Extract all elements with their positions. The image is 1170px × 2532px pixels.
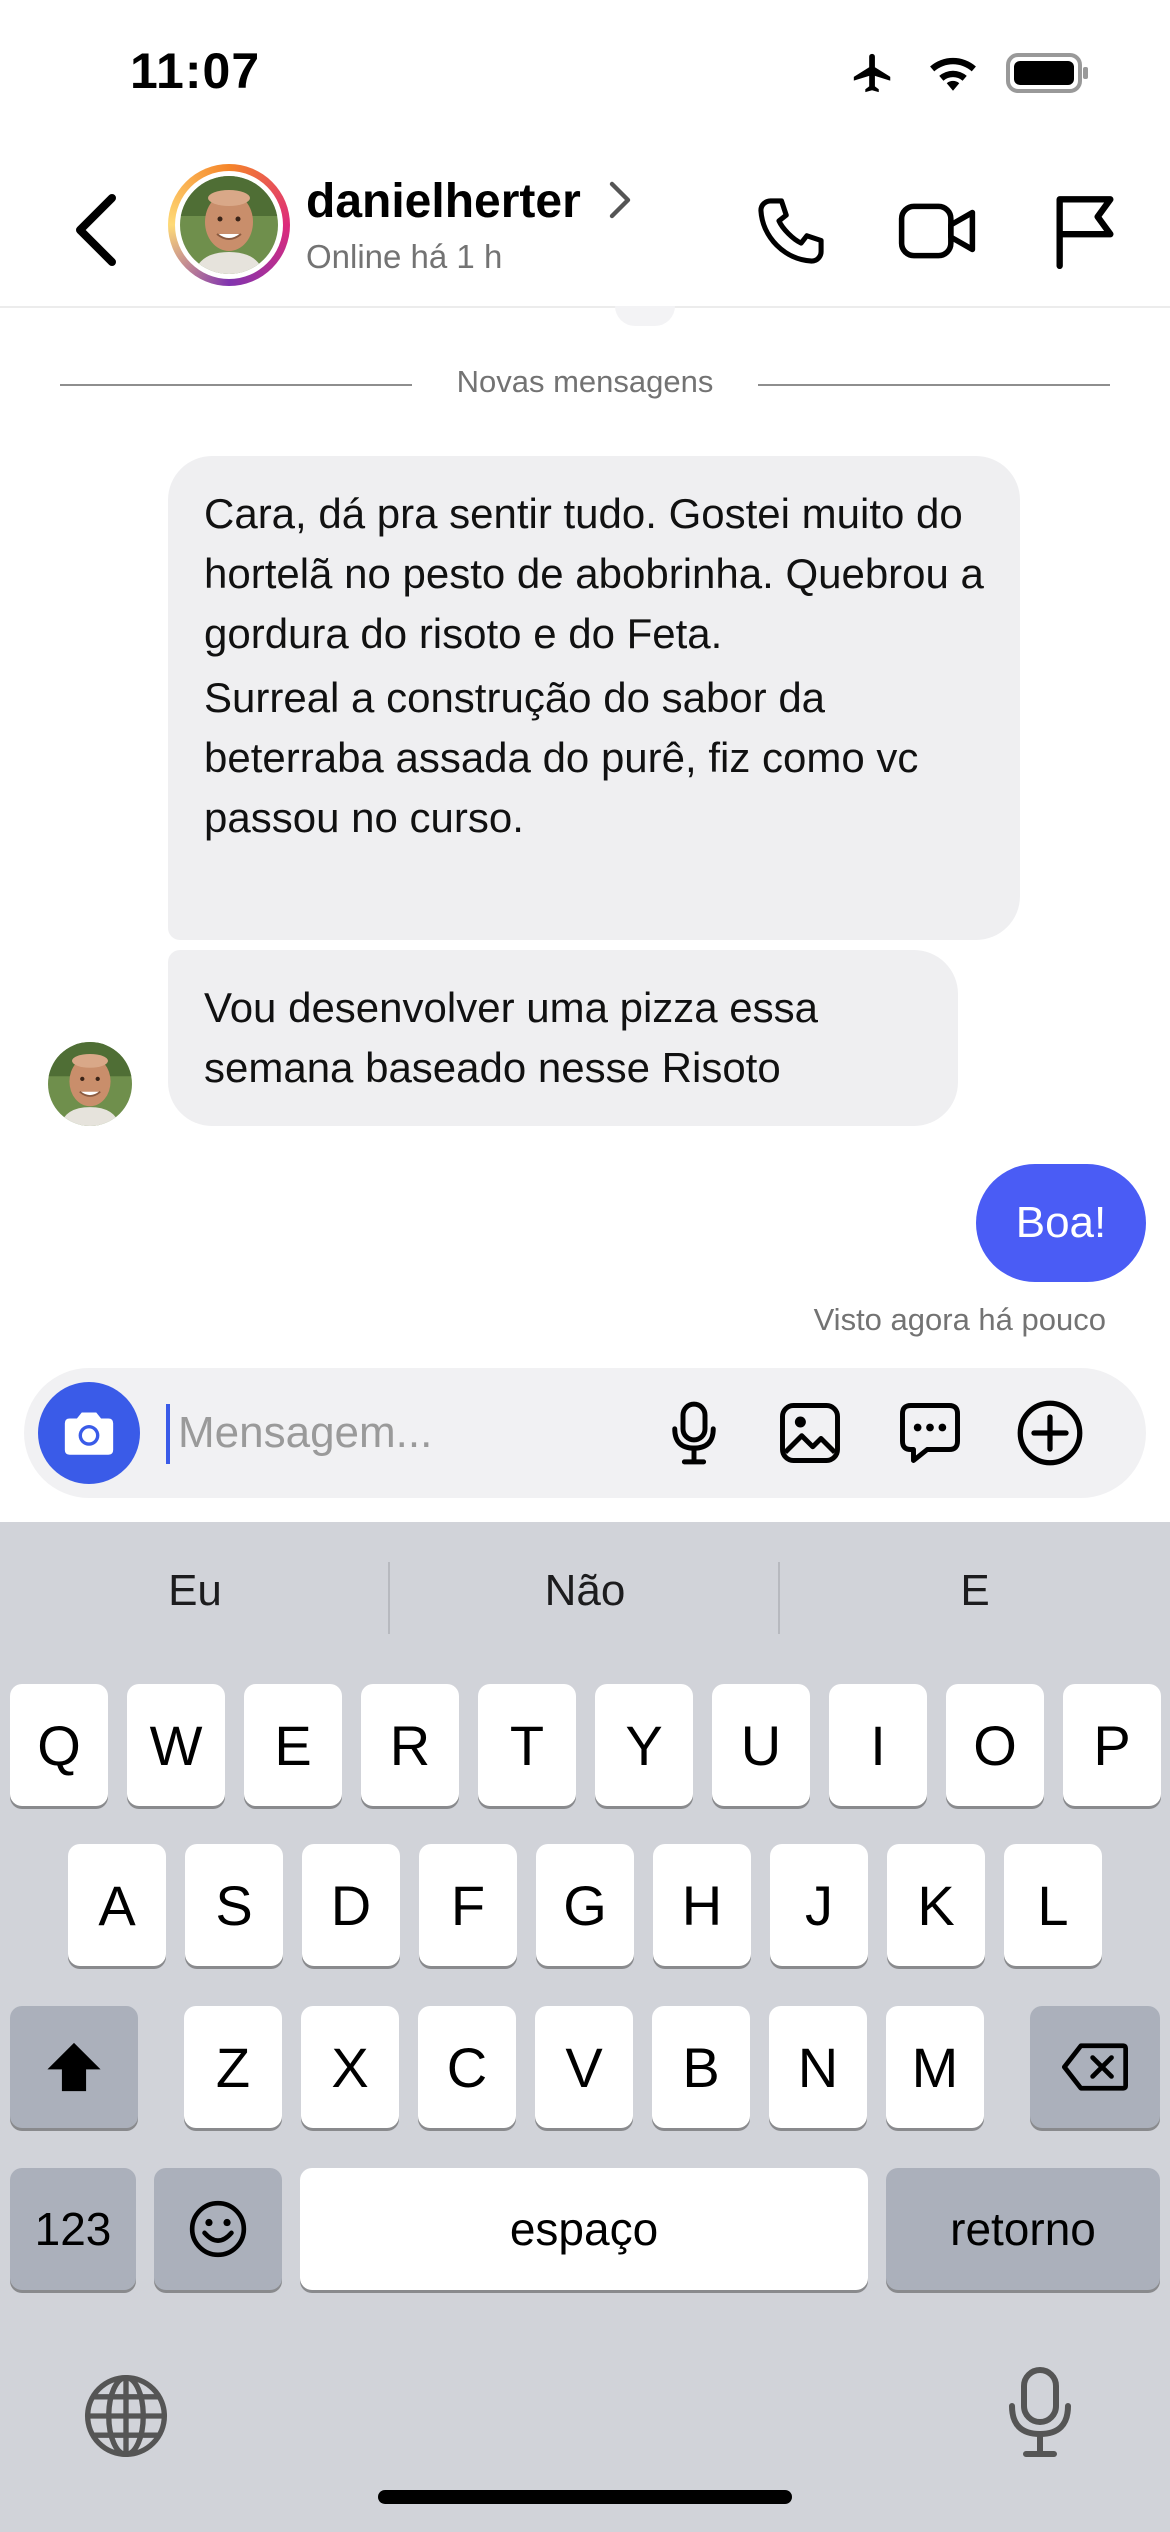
- video-icon: [898, 203, 976, 259]
- new-messages-label: Novas mensagens: [432, 364, 738, 399]
- suggestion[interactable]: E: [780, 1566, 1170, 1616]
- key-p[interactable]: P: [1063, 1684, 1161, 1806]
- message-bubble-received[interactable]: Vou desenvolver uma pizza essa semana ba…: [168, 950, 958, 1126]
- emoji-key[interactable]: [154, 2168, 282, 2290]
- avatar[interactable]: [168, 164, 290, 286]
- image-icon: [780, 1403, 840, 1463]
- battery-icon: [1006, 53, 1088, 93]
- phone-icon: [758, 198, 824, 264]
- key-t[interactable]: T: [478, 1684, 576, 1806]
- gallery-button[interactable]: [772, 1395, 848, 1471]
- chat-bubble-icon: [900, 1403, 960, 1463]
- report-button[interactable]: [1040, 186, 1130, 276]
- key-q[interactable]: Q: [10, 1684, 108, 1806]
- profile-photo-icon: [180, 176, 278, 274]
- status-time: 11:07: [130, 43, 261, 99]
- message-bubble-received[interactable]: Cara, dá pra sentir tudo. Gostei muito d…: [168, 456, 1020, 940]
- key-d[interactable]: D: [302, 1844, 400, 1966]
- voice-call-button[interactable]: [746, 186, 836, 276]
- home-indicator[interactable]: [378, 2490, 792, 2504]
- key-g[interactable]: G: [536, 1844, 634, 1966]
- chevron-right-icon[interactable]: [606, 180, 632, 220]
- key-f[interactable]: F: [419, 1844, 517, 1966]
- add-button[interactable]: [1012, 1395, 1088, 1471]
- seen-status: Visto agora há pouco: [813, 1302, 1106, 1337]
- online-status: Online há 1 h: [306, 238, 503, 275]
- plus-circle-icon: [1017, 1400, 1083, 1466]
- key-v[interactable]: V: [535, 2006, 633, 2128]
- video-call-button[interactable]: [892, 186, 982, 276]
- message-bubble-sent[interactable]: Boa!: [976, 1164, 1146, 1282]
- chat-header: danielherter Online há 1 h: [0, 150, 1170, 308]
- key-e[interactable]: E: [244, 1684, 342, 1806]
- key-b[interactable]: B: [652, 2006, 750, 2128]
- shift-key[interactable]: [10, 2006, 138, 2128]
- dictation-button[interactable]: [1004, 2364, 1076, 2465]
- status-icons: [846, 50, 1090, 96]
- key-o[interactable]: O: [946, 1684, 1044, 1806]
- microphone-icon: [672, 1401, 716, 1465]
- message-input[interactable]: [172, 1398, 664, 1468]
- key-a[interactable]: A: [68, 1844, 166, 1966]
- suggestion[interactable]: Eu: [0, 1566, 390, 1616]
- key-k[interactable]: K: [887, 1844, 985, 1966]
- scroll-indicator: [615, 306, 675, 326]
- keyboard: Eu Não E QWERTYUIOPASDFGHJKLZXCVBNM 123 …: [0, 1522, 1170, 2532]
- key-x[interactable]: X: [301, 2006, 399, 2128]
- key-c[interactable]: C: [418, 2006, 516, 2128]
- voice-message-button[interactable]: [656, 1395, 732, 1471]
- key-z[interactable]: Z: [184, 2006, 282, 2128]
- profile-photo-icon: [48, 1042, 132, 1126]
- message-paragraph: Vou desenvolver uma pizza essa semana ba…: [204, 984, 819, 1091]
- key-l[interactable]: L: [1004, 1844, 1102, 1966]
- wifi-icon: [930, 57, 976, 91]
- backspace-icon: [1062, 2043, 1128, 2091]
- new-messages-divider: Novas mensagens: [0, 364, 1170, 400]
- shift-icon: [47, 2042, 101, 2092]
- key-s[interactable]: S: [185, 1844, 283, 1966]
- language-switch-button[interactable]: [80, 2370, 172, 2467]
- key-n[interactable]: N: [769, 2006, 867, 2128]
- message-composer: [24, 1368, 1146, 1498]
- key-r[interactable]: R: [361, 1684, 459, 1806]
- key-y[interactable]: Y: [595, 1684, 693, 1806]
- sticker-button[interactable]: [892, 1395, 968, 1471]
- key-j[interactable]: J: [770, 1844, 868, 1966]
- back-chevron-icon: [76, 194, 116, 266]
- airplane-icon: [853, 53, 891, 93]
- key-u[interactable]: U: [712, 1684, 810, 1806]
- username[interactable]: danielherter: [306, 174, 581, 229]
- text-cursor: [166, 1404, 170, 1464]
- camera-button[interactable]: [38, 1382, 140, 1484]
- space-key[interactable]: espaço: [300, 2168, 868, 2290]
- delete-key[interactable]: [1030, 2006, 1160, 2128]
- emoji-icon: [189, 2200, 247, 2258]
- key-m[interactable]: M: [886, 2006, 984, 2128]
- suggestion[interactable]: Não: [390, 1566, 780, 1616]
- flag-icon: [1056, 196, 1114, 269]
- message-paragraph: Surreal a construção do sabor da beterra…: [204, 674, 919, 841]
- message-paragraph: Cara, dá pra sentir tudo. Gostei muito d…: [204, 490, 984, 657]
- camera-icon: [64, 1412, 114, 1455]
- microphone-icon: [1009, 2367, 1071, 2457]
- key-i[interactable]: I: [829, 1684, 927, 1806]
- back-button[interactable]: [60, 190, 130, 270]
- globe-icon: [84, 2374, 168, 2458]
- key-w[interactable]: W: [127, 1684, 225, 1806]
- numbers-key[interactable]: 123: [10, 2168, 136, 2290]
- return-key[interactable]: retorno: [886, 2168, 1160, 2290]
- key-h[interactable]: H: [653, 1844, 751, 1966]
- sender-avatar[interactable]: [48, 1042, 132, 1126]
